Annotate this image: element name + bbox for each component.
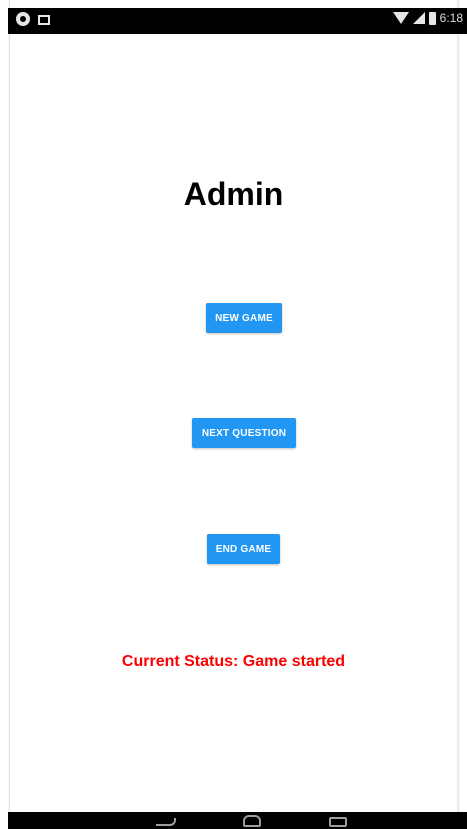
wifi-icon <box>392 12 409 24</box>
page-title: Admin <box>183 176 284 212</box>
next-question-button[interactable]: NEXT QUESTION <box>192 418 296 448</box>
left-border <box>0 0 10 829</box>
navigation-bar <box>8 812 467 829</box>
back-icon[interactable] <box>156 818 176 826</box>
end-game-button[interactable]: END GAME <box>207 534 280 564</box>
right-border <box>457 0 467 829</box>
new-game-button[interactable]: NEW GAME <box>206 303 282 333</box>
signal-icon <box>412 12 425 24</box>
recent-apps-icon[interactable] <box>329 817 347 827</box>
battery-icon <box>428 11 436 25</box>
phone-screen: 6:18 Admin NEW GAME NEXT QUESTION END GA… <box>0 0 467 829</box>
home-icon[interactable] <box>243 815 261 827</box>
status-bar: 6:18 <box>8 8 467 34</box>
app-notification-icon <box>16 12 30 26</box>
status-right-group: 6:18 <box>392 11 463 25</box>
current-status-text: Current Status: Game started <box>121 653 346 670</box>
image-icon <box>38 15 50 25</box>
status-time: 6:18 <box>439 11 463 25</box>
status-left-group <box>16 12 50 26</box>
